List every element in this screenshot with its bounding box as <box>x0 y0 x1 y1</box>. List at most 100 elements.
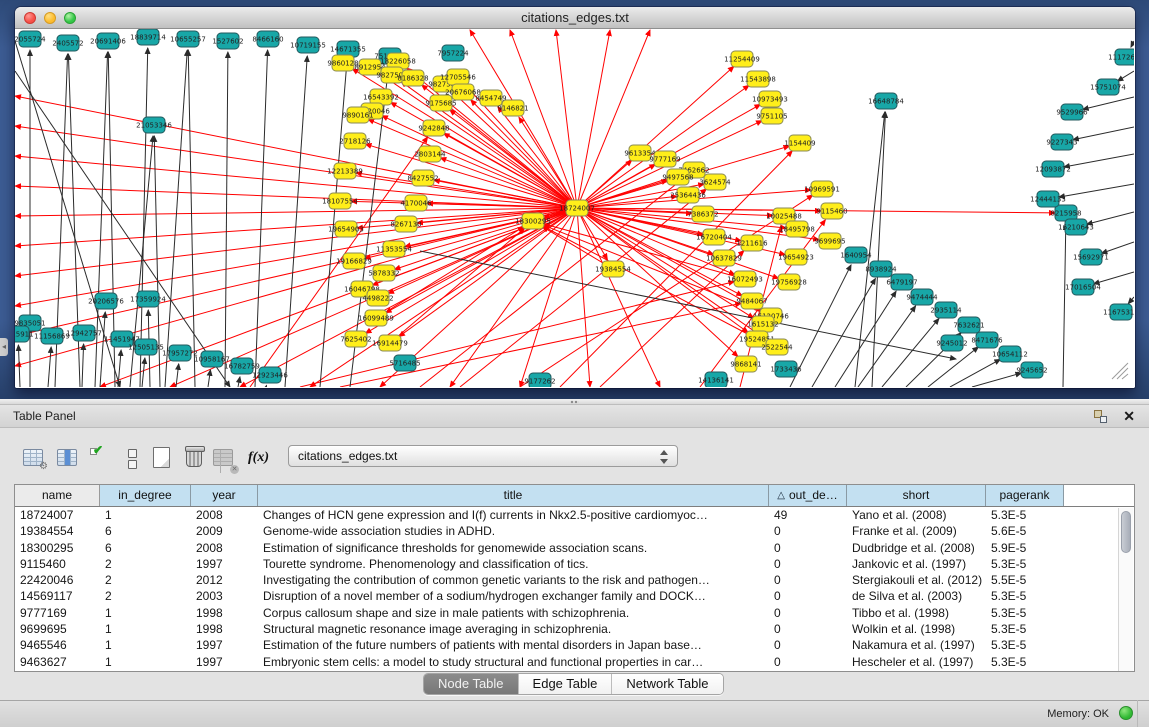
column-header-pagerank[interactable]: pagerank <box>986 485 1064 506</box>
citation-edge-black[interactable] <box>18 345 20 387</box>
graph-node-9242848[interactable]: 9242848 <box>418 120 449 136</box>
table-cell-pagerank[interactable]: 5.3E-5 <box>986 654 1064 670</box>
graph-node-1527602[interactable]: 1527602 <box>212 33 243 49</box>
graph-node-9175685[interactable]: 9175685 <box>425 95 456 111</box>
graph-node-9474444[interactable]: 9474444 <box>906 289 938 305</box>
window-resize-grip-icon[interactable] <box>1117 368 1128 379</box>
graph-node-8186328[interactable]: 8186328 <box>397 70 428 86</box>
citation-edge-black[interactable] <box>165 50 187 387</box>
float-panel-icon[interactable] <box>1094 410 1107 423</box>
column-header-short[interactable]: short <box>847 485 986 506</box>
table-cell-name[interactable]: 9465546 <box>15 637 100 653</box>
table-cell-title[interactable]: Disruption of a novel member of a sodium… <box>258 588 769 604</box>
graph-node-18839714[interactable]: 18839714 <box>130 29 166 45</box>
table-cell-title[interactable]: Changes of HCN gene expression and I(f) … <box>258 507 769 523</box>
graph-node-10969591[interactable]: 10969591 <box>804 181 840 197</box>
citation-network-graph[interactable]: 2055724240557220691406188397141065525715… <box>15 29 1134 387</box>
table-cell-short[interactable]: Jankovic et al. (1997) <box>847 556 986 572</box>
table-cell-name[interactable]: 9115460 <box>15 556 100 572</box>
table-cell-name[interactable]: 9699695 <box>15 621 100 637</box>
graph-node-8466160[interactable]: 8466160 <box>252 31 283 47</box>
citation-edge-black[interactable] <box>48 347 51 387</box>
graph-node-9245652[interactable]: 9245652 <box>1016 362 1047 378</box>
table-cell-out_de…[interactable]: 0 <box>769 654 847 670</box>
graph-node-4498222[interactable]: 4498222 <box>362 290 393 306</box>
table-cell-in_degree[interactable]: 2 <box>100 572 191 588</box>
citation-edge-black[interactable] <box>1094 272 1134 284</box>
table-cell-pagerank[interactable]: 5.9E-5 <box>986 540 1064 556</box>
citation-edge-black[interactable] <box>1087 212 1134 224</box>
graph-node-9227343[interactable]: 9227343 <box>1046 134 1077 150</box>
table-cell-pagerank[interactable]: 5.3E-5 <box>986 588 1064 604</box>
table-row[interactable]: 1456911722003Disruption of a novel membe… <box>15 588 1134 604</box>
graph-node-11172644[interactable]: 11172644 <box>1108 49 1134 65</box>
column-header-title[interactable]: title <box>258 485 769 506</box>
graph-node-9497568[interactable]: 9497568 <box>662 169 693 185</box>
memory-ok-indicator-icon[interactable] <box>1119 706 1133 720</box>
new-table-icon[interactable] <box>150 446 176 472</box>
graph-node-10654112[interactable]: 10654112 <box>992 346 1028 362</box>
table-cell-pagerank[interactable]: 5.3E-5 <box>986 637 1064 653</box>
network-canvas[interactable]: 2055724240557220691406188397141065525715… <box>15 29 1135 388</box>
table-cell-pagerank[interactable]: 5.3E-5 <box>986 605 1064 621</box>
citation-edge-red[interactable] <box>15 208 577 366</box>
table-row[interactable]: 969969511998Structural magnetic resonanc… <box>15 621 1134 637</box>
citation-edge-black[interactable] <box>882 318 939 387</box>
graph-node-3624574[interactable]: 3624574 <box>699 174 731 190</box>
table-cell-name[interactable]: 22420046 <box>15 572 100 588</box>
table-cell-in_degree[interactable]: 1 <box>100 507 191 523</box>
graph-node-18107554[interactable]: 18107554 <box>322 193 358 209</box>
graph-node-7632621[interactable]: 7632621 <box>953 317 984 333</box>
citation-edge-black[interactable] <box>1059 184 1134 197</box>
graph-node-9245012[interactable]: 9245012 <box>936 335 967 351</box>
table-cell-year[interactable]: 2008 <box>191 540 258 556</box>
show-selected-rows-icon[interactable]: ✔ ✔ <box>90 446 116 472</box>
graph-node-5878332[interactable]: 5878332 <box>368 265 399 281</box>
network-window-titlebar[interactable]: citations_edges.txt <box>15 7 1135 29</box>
citation-edge-black[interactable] <box>972 373 1021 387</box>
column-header-empty[interactable] <box>1064 485 1120 506</box>
graph-node-9529966[interactable]: 9529966 <box>1056 104 1088 120</box>
table-cell-year[interactable]: 2012 <box>191 572 258 588</box>
table-cell-name[interactable]: 9777169 <box>15 605 100 621</box>
citation-edge-black[interactable] <box>872 112 885 387</box>
graph-node-1615132[interactable]: 1615132 <box>747 316 778 332</box>
graph-node-9751105[interactable]: 9751105 <box>756 108 787 124</box>
citation-edge-black[interactable] <box>1101 242 1134 253</box>
network-view-window[interactable]: citations_edges.txt 20557242405572206914… <box>15 7 1135 388</box>
graph-node-1211616[interactable]: 1211616 <box>736 235 768 251</box>
graph-node-19654923[interactable]: 19654923 <box>778 249 814 265</box>
graph-node-10719155[interactable]: 10719155 <box>290 37 326 53</box>
table-cell-in_degree[interactable]: 6 <box>100 523 191 539</box>
table-cell-out_de…[interactable]: 49 <box>769 507 847 523</box>
citation-edge-black[interactable] <box>1083 97 1134 109</box>
graph-node-1733436[interactable]: 1733436 <box>770 361 802 377</box>
graph-node-15692971[interactable]: 15692971 <box>1073 249 1109 265</box>
graph-node-16914479[interactable]: 16914479 <box>372 335 408 351</box>
citation-edge-red[interactable] <box>450 110 577 208</box>
table-cell-year[interactable]: 1998 <box>191 621 258 637</box>
citation-edge-red[interactable] <box>498 107 577 208</box>
graph-node-14136141[interactable]: 14136141 <box>698 372 734 387</box>
citation-edge-red[interactable] <box>15 156 577 208</box>
table-cell-name[interactable]: 18724007 <box>15 507 100 523</box>
graph-node-17359924[interactable]: 17359924 <box>130 291 166 307</box>
column-header-in_degree[interactable]: in_degree <box>100 485 191 506</box>
table-cell-name[interactable]: 19384554 <box>15 523 100 539</box>
graph-node-9890161[interactable]: 9890161 <box>342 107 373 123</box>
citation-edge-red[interactable] <box>399 208 577 337</box>
citation-edge-black[interactable] <box>82 344 84 387</box>
graph-node-21053346[interactable]: 21053346 <box>136 117 172 133</box>
table-cell-title[interactable]: Tourette syndrome. Phenomenology and cla… <box>258 556 769 572</box>
table-cell-out_de…[interactable]: 0 <box>769 540 847 556</box>
table-cell-year[interactable]: 1997 <box>191 637 258 653</box>
graph-node-2935114[interactable]: 2935114 <box>930 302 962 318</box>
graph-node-9868141[interactable]: 9868141 <box>730 356 761 372</box>
table-cell-title[interactable]: Genome-wide association studies in ADHD. <box>258 523 769 539</box>
table-cell-out_de…[interactable]: 0 <box>769 523 847 539</box>
citation-edge-red[interactable] <box>444 133 577 208</box>
citation-edge-black[interactable] <box>1128 297 1134 304</box>
tab-network-table[interactable]: Network Table <box>612 674 722 694</box>
citation-edge-black[interactable] <box>1131 41 1134 47</box>
graph-node-11675317[interactable]: 11675317 <box>1103 304 1134 320</box>
